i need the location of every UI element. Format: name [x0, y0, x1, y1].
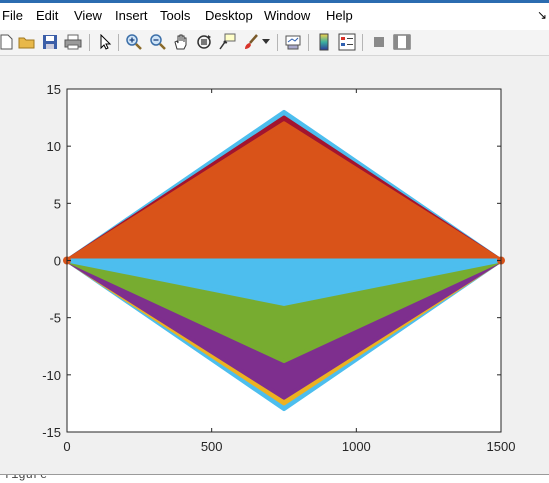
legend-icon[interactable] — [337, 32, 357, 52]
y-tick-label: -10 — [42, 368, 61, 383]
y-tick-label: 5 — [54, 196, 61, 211]
print-icon[interactable] — [63, 32, 83, 52]
toolbar-separator — [89, 34, 90, 51]
figure-canvas: 0 500 1000 1500 15 10 5 0 -5 -10 -15 — [0, 56, 549, 476]
menu-file[interactable]: File — [2, 8, 23, 23]
open-file-icon[interactable] — [17, 32, 37, 52]
y-tick-label: -5 — [49, 311, 61, 326]
menu-bar: File Edit View Insert Tools Desktop Wind… — [0, 0, 549, 30]
x-tick-label: 1500 — [487, 439, 516, 454]
toolbar-separator — [308, 34, 309, 51]
show-plot-tools-icon[interactable] — [392, 32, 412, 52]
zoom-in-icon[interactable] — [124, 32, 144, 52]
figure-toolbar — [0, 30, 549, 56]
menu-window[interactable]: Window — [264, 8, 310, 23]
toolbar-separator — [362, 34, 363, 51]
x-tick-label: 500 — [201, 439, 223, 454]
x-tick-label: 1000 — [342, 439, 371, 454]
x-tick-label: 0 — [63, 439, 70, 454]
data-cursor-icon[interactable] — [217, 32, 237, 52]
command-text: figure — [4, 474, 48, 482]
hide-plot-tools-icon[interactable] — [369, 32, 389, 52]
menu-edit[interactable]: Edit — [36, 8, 58, 23]
menu-insert[interactable]: Insert — [115, 8, 148, 23]
pan-hand-icon[interactable] — [171, 32, 191, 52]
select-arrow-icon[interactable] — [95, 32, 115, 52]
rotate-3d-icon[interactable] — [194, 32, 214, 52]
new-figure-icon[interactable] — [0, 32, 16, 52]
brush-icon[interactable] — [241, 32, 261, 52]
y-tick-label: -15 — [42, 425, 61, 440]
menu-view[interactable]: View — [74, 8, 102, 23]
y-tick-label: 15 — [47, 82, 61, 97]
y-tick-label: 10 — [47, 139, 61, 154]
colorbar-icon[interactable] — [314, 32, 334, 52]
link-plot-icon[interactable] — [283, 32, 303, 52]
dock-arrow-icon[interactable]: ↘ — [537, 8, 547, 22]
menu-tools[interactable]: Tools — [160, 8, 190, 23]
menu-help[interactable]: Help — [326, 8, 353, 23]
toolbar-separator — [118, 34, 119, 51]
chart-svg[interactable]: 0 500 1000 1500 15 10 5 0 -5 -10 -15 — [0, 56, 549, 476]
menu-desktop[interactable]: Desktop — [205, 8, 253, 23]
save-icon[interactable] — [40, 32, 60, 52]
brush-dropdown-icon[interactable] — [260, 32, 272, 52]
y-tick-label: 0 — [54, 254, 61, 269]
toolbar-separator — [277, 34, 278, 51]
zoom-out-icon[interactable] — [148, 32, 168, 52]
